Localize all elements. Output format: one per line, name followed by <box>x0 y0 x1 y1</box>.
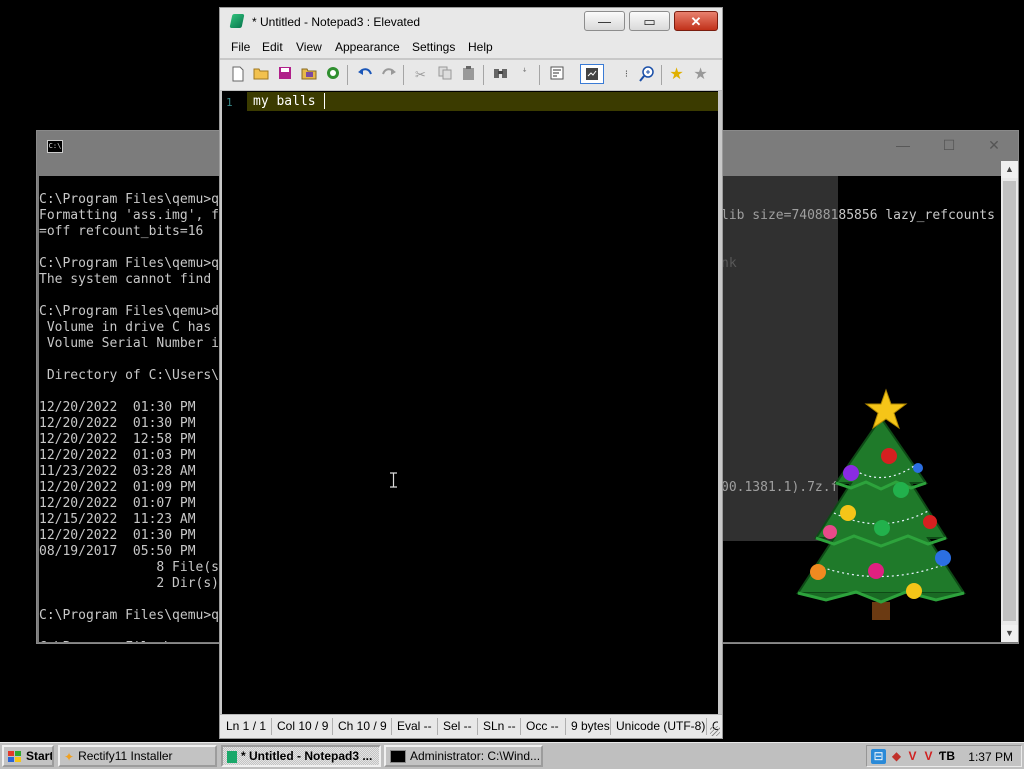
notepad3-titlebar[interactable]: * Untitled - Notepad3 : Elevated — ▭ ✕ <box>220 8 722 36</box>
new-file-icon[interactable] <box>229 66 246 83</box>
console-icon <box>390 750 406 764</box>
scroll-up-icon[interactable]: ▲ <box>1001 161 1018 178</box>
taskbar-item-notepad3[interactable]: * Untitled - Notepad3 ... <box>221 745 381 767</box>
toolbar: ✂ ꜜ ⁝ ★ ★ <box>220 60 722 91</box>
status-occurrences[interactable]: Occ -- <box>522 718 566 735</box>
close-button[interactable]: ✕ <box>674 11 718 31</box>
menu-appearance[interactable]: Appearance <box>335 40 400 54</box>
paste-icon[interactable] <box>460 66 477 83</box>
status-bar: Ln 1 / 1 Col 10 / 9 Ch 10 / 9 Eval -- Se… <box>220 714 722 738</box>
network-icon[interactable]: ⊟ <box>871 749 886 764</box>
find-icon[interactable] <box>492 66 509 83</box>
notepad3-window[interactable]: * Untitled - Notepad3 : Elevated — ▭ ✕ F… <box>219 7 723 739</box>
clock[interactable]: 1:37 PM <box>968 748 1013 766</box>
status-eval[interactable]: Eval -- <box>393 718 438 735</box>
toolbar-separator <box>661 65 662 85</box>
scroll-down-icon[interactable]: ▼ <box>1001 625 1018 642</box>
toolbar-separator <box>483 65 484 85</box>
notepad3-icon <box>229 14 245 28</box>
status-selection[interactable]: Sel -- <box>439 718 478 735</box>
replace-icon[interactable]: ꜜ <box>516 66 533 83</box>
antivirus-icon[interactable]: V <box>905 749 920 764</box>
text-caret <box>324 93 325 109</box>
taskbar: Start ✦ Rectify11 Installer * Untitled - … <box>0 742 1024 769</box>
menu-view[interactable]: View <box>296 40 322 54</box>
taskbar-item-label: Administrator: C:\Wind... <box>410 749 541 763</box>
toolbar-separator <box>403 65 404 85</box>
toolbar-separator <box>347 65 348 85</box>
windows-logo-icon <box>8 750 21 762</box>
installer-icon: ✦ <box>64 749 75 764</box>
wordwrap-icon[interactable] <box>548 66 565 83</box>
status-line[interactable]: Ln 1 / 1 <box>222 718 272 735</box>
notification-icon[interactable]: ◆ <box>889 749 904 764</box>
status-selected-lines[interactable]: SLn -- <box>479 718 521 735</box>
open-folder-icon[interactable] <box>252 66 269 83</box>
status-size[interactable]: 9 bytes <box>567 718 611 735</box>
status-char[interactable]: Ch 10 / 9 <box>334 718 392 735</box>
console-scrollbar[interactable]: ▲ ▼ <box>1001 161 1018 642</box>
status-column[interactable]: Col 10 / 9 <box>273 718 333 735</box>
menu-file[interactable]: File <box>231 40 250 54</box>
tb-app-icon[interactable]: ƬB <box>939 749 955 764</box>
maximize-button[interactable]: ▭ <box>629 11 670 31</box>
toggle-icon[interactable]: ⁝ <box>618 66 635 83</box>
christmas-tree-icon <box>796 388 966 620</box>
toolbar-separator <box>539 65 540 85</box>
browse-icon[interactable] <box>324 66 341 83</box>
save-icon[interactable] <box>276 66 293 83</box>
copy-icon[interactable] <box>436 66 453 83</box>
menu-bar: File Edit View Appearance Settings Help <box>220 36 722 58</box>
antivirus-icon-2[interactable]: V <box>921 749 936 764</box>
zoom-icon[interactable] <box>580 64 604 84</box>
taskbar-item-label: Rectify11 Installer <box>78 749 173 763</box>
redo-icon[interactable] <box>380 66 397 83</box>
minimize-button[interactable]: — <box>888 135 918 155</box>
taskbar-item-label: * Untitled - Notepad3 ... <box>241 749 373 763</box>
editor-content[interactable]: my balls <box>253 94 323 109</box>
window-title: * Untitled - Notepad3 : Elevated <box>252 15 421 29</box>
line-number-gutter: 1 <box>222 91 246 715</box>
minimize-button[interactable]: — <box>584 11 625 31</box>
start-button[interactable]: Start <box>2 745 54 767</box>
zoom-in-icon[interactable] <box>638 66 655 83</box>
taskbar-item-rectify11[interactable]: ✦ Rectify11 Installer <box>58 745 217 767</box>
save-as-icon[interactable] <box>300 66 317 83</box>
maximize-button[interactable]: ☐ <box>934 135 964 155</box>
notepad3-icon <box>227 750 237 763</box>
status-encoding[interactable]: Unicode (UTF-8) <box>612 718 707 735</box>
text-editor[interactable]: 1 my balls <box>222 91 718 715</box>
start-label: Start <box>26 749 54 763</box>
resize-grip[interactable] <box>710 726 720 736</box>
cut-icon[interactable]: ✂ <box>412 66 429 83</box>
menu-settings[interactable]: Settings <box>412 40 455 54</box>
menu-help[interactable]: Help <box>468 40 493 54</box>
undo-icon[interactable] <box>356 66 373 83</box>
console-text: C:\Program Files\qemu>q Formatting 'ass.… <box>39 192 220 642</box>
close-button[interactable]: ✕ <box>979 135 1009 155</box>
menu-edit[interactable]: Edit <box>262 40 283 54</box>
system-tray: ⊟ ◆ V V ƬB 1:37 PM <box>866 745 1022 767</box>
console-icon: C:\ <box>47 140 63 153</box>
scroll-thumb[interactable] <box>1003 181 1016 621</box>
line-number: 1 <box>226 96 233 109</box>
ibeam-cursor-icon <box>390 472 397 488</box>
taskbar-item-console[interactable]: Administrator: C:\Wind... <box>384 745 543 767</box>
add-favorite-icon[interactable]: ★ <box>692 66 709 83</box>
favorite-icon[interactable]: ★ <box>668 66 685 83</box>
